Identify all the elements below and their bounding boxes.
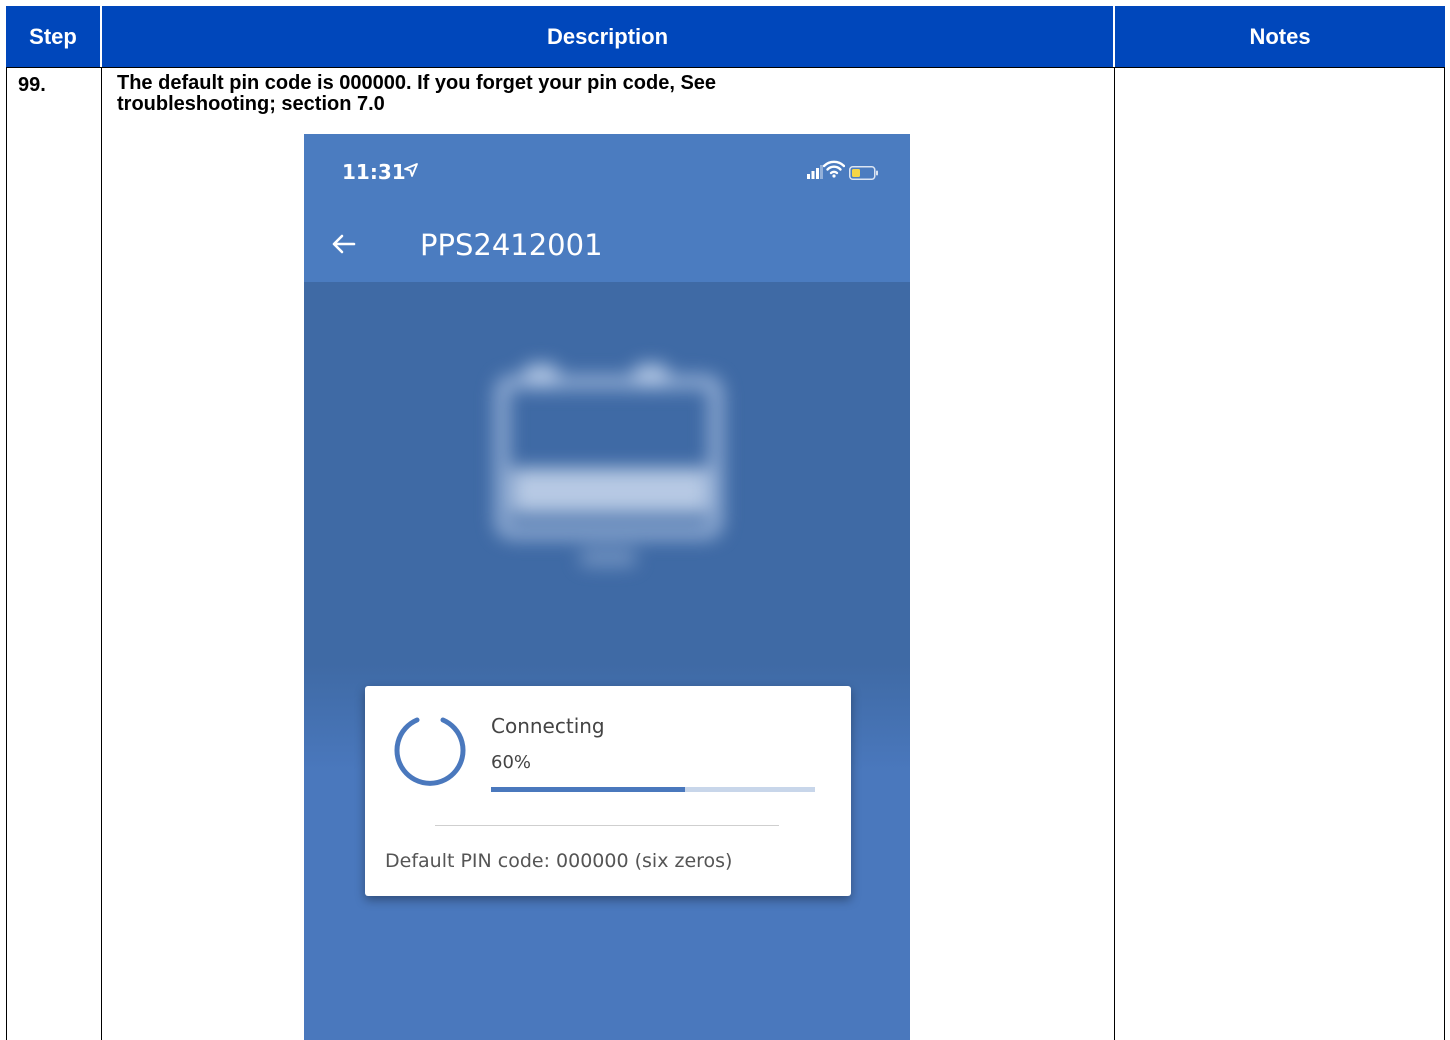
loading-spinner-icon xyxy=(394,717,466,786)
connecting-dialog: Connecting 60% Default PIN code: 000000 … xyxy=(365,686,851,896)
device-title: PPS2412001 xyxy=(420,228,603,262)
column-divider-2 xyxy=(1114,67,1115,1040)
header-description: Description xyxy=(102,6,1113,67)
connecting-percent: 60% xyxy=(491,752,532,773)
border-left xyxy=(6,67,7,1040)
default-pin-note: Default PIN code: 000000 (six zeros) xyxy=(385,850,733,872)
header-notes: Notes xyxy=(1115,6,1445,67)
dialog-divider xyxy=(435,825,779,826)
arrow-left-icon[interactable] xyxy=(328,228,360,264)
connecting-status: Connecting xyxy=(491,714,605,738)
app-bar: PPS2412001 xyxy=(304,214,910,282)
progress-bar xyxy=(491,787,815,792)
column-divider-1 xyxy=(101,67,102,1040)
battery-device-graphic xyxy=(495,364,723,566)
description-line-1: The default pin code is 000000. If you f… xyxy=(117,72,717,94)
wifi-icon xyxy=(822,160,846,182)
signal-bars-icon xyxy=(807,164,823,183)
description-line-2: troubleshooting; section 7.0 xyxy=(117,93,385,115)
step-description: The default pin code is 000000. If you f… xyxy=(117,73,1017,115)
location-arrow-icon xyxy=(403,162,419,182)
status-time: 11:31 xyxy=(342,160,406,184)
progress-bar-fill xyxy=(491,787,686,792)
step-number: 99. xyxy=(18,74,46,96)
battery-icon xyxy=(849,165,879,184)
phone-screenshot: 11:31 PPS2412001 Connecting 60% Default … xyxy=(304,134,910,1040)
header-step: Step xyxy=(6,6,100,67)
status-bar: 11:31 xyxy=(304,134,910,214)
row-divider xyxy=(6,67,1445,68)
border-right xyxy=(1444,67,1445,1040)
